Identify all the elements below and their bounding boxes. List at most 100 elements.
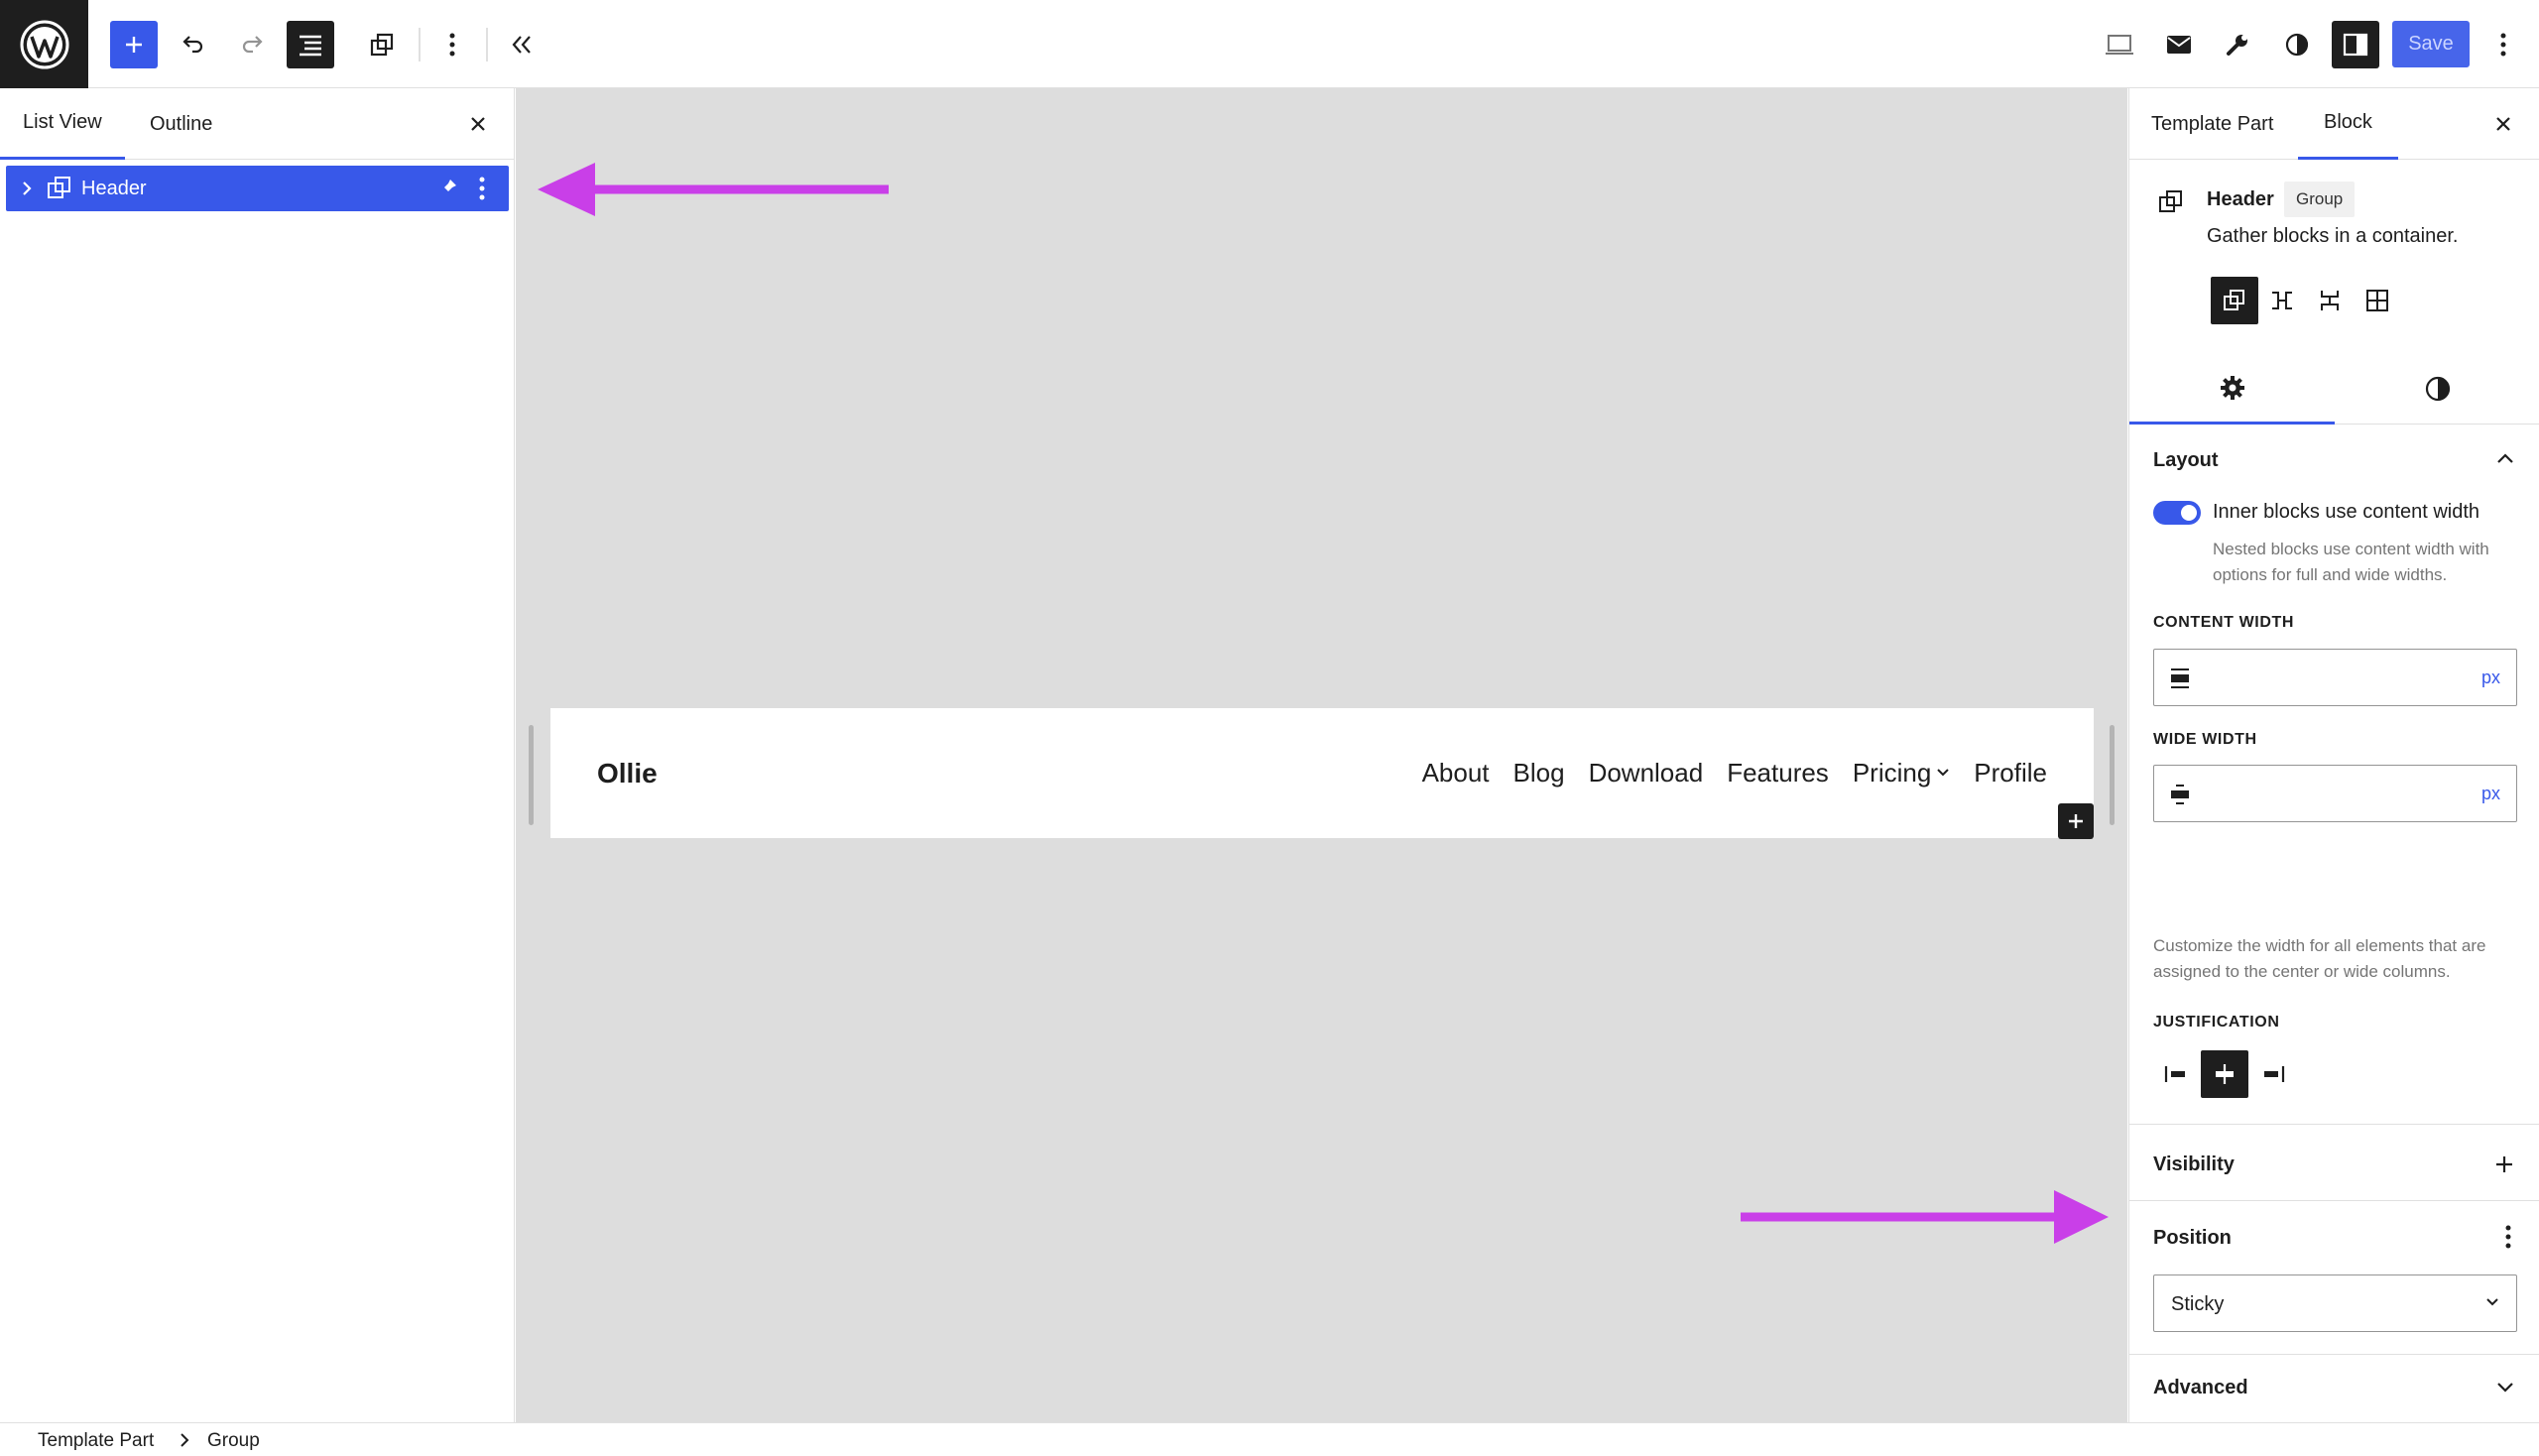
nav-item-pricing[interactable]: Pricing [1853, 758, 1950, 789]
justification-controls [2153, 1050, 2296, 1098]
tab-label: List View [23, 111, 102, 133]
styles-contrast-icon[interactable] [2273, 21, 2321, 68]
top-toolbar: Save [0, 0, 2539, 88]
grid-variation-icon[interactable] [2354, 277, 2401, 324]
breadcrumb: Template Part Group [0, 1422, 2539, 1456]
content-width-input[interactable]: px [2153, 649, 2517, 706]
tab-template-part[interactable]: Template Part [2151, 88, 2273, 160]
nav-label: Blog [1512, 758, 1565, 788]
unit-select[interactable]: px [2481, 784, 2500, 804]
unit-select[interactable]: px [2481, 667, 2500, 688]
nav-item-features[interactable]: Features [1727, 758, 1829, 789]
settings-sidebar-toggle-button[interactable] [2332, 21, 2379, 68]
annotation-arrow-right-icon [1741, 1190, 2109, 1244]
tab-list-view[interactable]: List View [0, 88, 125, 160]
settings-gear-icon[interactable] [2129, 353, 2335, 425]
chevron-down-icon [1936, 765, 1950, 783]
undo-button[interactable] [170, 21, 217, 68]
document-overview-button[interactable] [287, 21, 334, 68]
group-variation-icon[interactable] [2211, 277, 2258, 324]
save-button-label: Save [2408, 33, 2454, 55]
pin-icon [438, 178, 458, 203]
close-icon[interactable] [2489, 110, 2517, 138]
position-options-icon[interactable] [2505, 1224, 2511, 1255]
list-view-item-header[interactable]: Header [6, 166, 509, 211]
group-block-icon [2157, 187, 2185, 220]
site-title[interactable]: Ollie [597, 758, 658, 789]
wrench-icon[interactable] [2214, 21, 2261, 68]
nav-item-blog[interactable]: Blog [1513, 758, 1565, 789]
tab-outline[interactable]: Outline [150, 88, 212, 160]
content-width-icon [2168, 667, 2192, 695]
close-icon[interactable] [464, 110, 492, 138]
toggle-label: Inner blocks use content width [2213, 501, 2480, 523]
wordpress-logo-icon[interactable] [0, 0, 88, 88]
stack-variation-icon[interactable] [2306, 277, 2354, 324]
options-button[interactable] [428, 21, 476, 68]
annotation-arrow-left-icon [538, 163, 889, 216]
breadcrumb-item-template-part[interactable]: Template Part [38, 1430, 154, 1452]
wide-width-label: WIDE WIDTH [2153, 731, 2257, 748]
redo-button[interactable] [228, 21, 276, 68]
block-type-badge: Group [2284, 182, 2356, 217]
nav-label: Profile [1974, 758, 2047, 788]
toolbar-divider [419, 28, 421, 61]
nav-item-about[interactable]: About [1422, 758, 1490, 789]
nav-label: About [1421, 758, 1490, 788]
content-width-toggle[interactable] [2153, 501, 2201, 525]
chevron-down-icon [2484, 1295, 2500, 1313]
resize-handle-right[interactable] [2110, 725, 2115, 825]
chevron-down-icon[interactable] [2495, 1381, 2515, 1399]
tab-label: Template Part [2151, 112, 2274, 135]
wide-width-icon [2168, 783, 2192, 811]
tab-block[interactable]: Block [2298, 88, 2398, 160]
item-options-icon[interactable] [478, 176, 486, 207]
chevron-up-icon[interactable] [2495, 451, 2515, 470]
breadcrumb-item-group[interactable]: Group [207, 1430, 260, 1452]
add-block-button[interactable] [110, 21, 158, 68]
justify-left-icon[interactable] [2153, 1050, 2201, 1098]
settings-tabs: Template Part Block [2129, 88, 2539, 160]
nav-label: Download [1588, 758, 1704, 788]
wide-width-input[interactable]: px [2153, 765, 2517, 822]
position-select-value: Sticky [2171, 1293, 2225, 1315]
preview-device-icon[interactable] [2096, 21, 2143, 68]
toolbar-divider [486, 28, 488, 61]
advanced-section-title[interactable]: Advanced [2153, 1377, 2248, 1399]
save-button[interactable]: Save [2392, 21, 2470, 67]
toggle-help-text: Nested blocks use content width with opt… [2213, 540, 2489, 584]
nav-label: Pricing [1852, 758, 1932, 788]
visibility-section-title[interactable]: Visibility [2153, 1153, 2235, 1176]
block-card: Header Group Gather blocks in a containe… [2129, 160, 2539, 353]
resize-handle-left[interactable] [529, 725, 534, 825]
more-options-button[interactable] [2479, 21, 2527, 68]
list-view-tabs: List View Outline [0, 88, 514, 160]
content-width-label: CONTENT WIDTH [2153, 614, 2295, 631]
plus-icon[interactable] [2493, 1153, 2515, 1180]
mail-icon[interactable] [2155, 21, 2203, 68]
justify-right-icon[interactable] [2248, 1050, 2296, 1098]
add-block-button[interactable] [2058, 803, 2094, 839]
block-variations [2211, 277, 2401, 324]
collapse-chevrons-icon[interactable] [498, 21, 545, 68]
styles-contrast-icon[interactable] [2335, 353, 2539, 425]
nav-item-profile[interactable]: Profile [1974, 758, 2047, 789]
position-section-title: Position [2153, 1227, 2232, 1249]
block-card-description: Gather blocks in a container. [2207, 225, 2459, 247]
layout-section-title[interactable]: Layout [2153, 449, 2219, 472]
block-card-title: Header [2207, 188, 2274, 210]
list-view-item-label: Header [81, 178, 147, 199]
header-template-part[interactable]: Ollie About Blog Download Features Prici… [550, 708, 2094, 838]
nav-item-download[interactable]: Download [1589, 758, 1704, 789]
justify-center-icon[interactable] [2201, 1050, 2248, 1098]
tab-label: Block [2324, 111, 2372, 133]
chevron-right-icon[interactable] [20, 179, 34, 204]
block-inserter-icon[interactable] [358, 21, 406, 68]
navigation: About Blog Download Features Pricing Pro… [1398, 758, 2047, 789]
inspector-sub-tabs [2129, 353, 2539, 425]
justification-label: JUSTIFICATION [2153, 1014, 2280, 1031]
block-settings-panel: Template Part Block Header Group Gather … [2128, 88, 2539, 1422]
position-select[interactable]: Sticky [2153, 1274, 2517, 1332]
nav-label: Features [1727, 758, 1829, 788]
row-variation-icon[interactable] [2258, 277, 2306, 324]
